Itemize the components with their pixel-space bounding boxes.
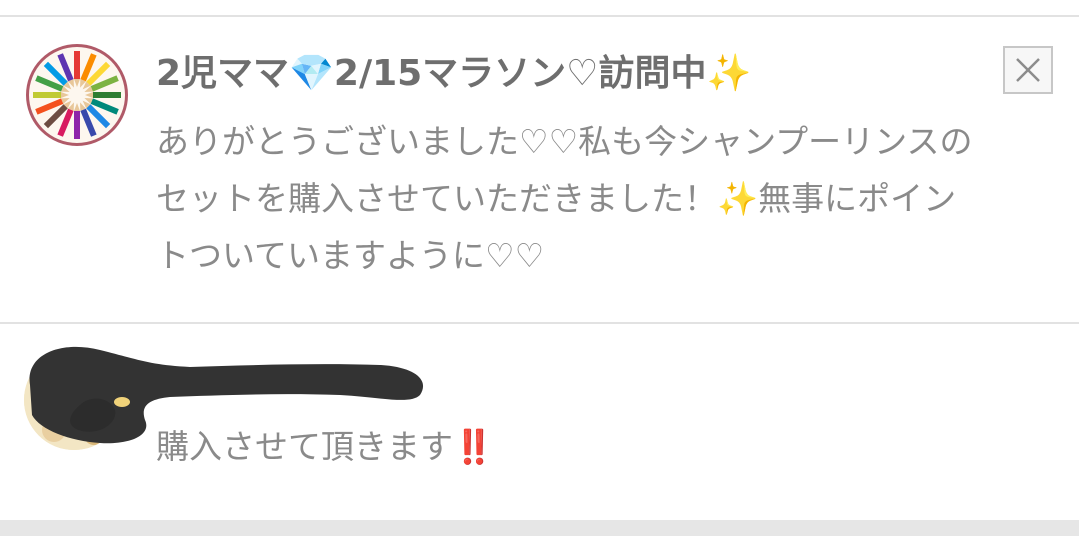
divider-middle	[0, 322, 1079, 324]
comment-body-line-3: トついていますように♡♡	[156, 236, 545, 275]
avatar-center	[70, 88, 84, 102]
comment-body: ありがとうございました♡♡私も今シャンプーリンスの セットを購入させていただきま…	[156, 113, 1066, 284]
double-exclamation-icon: ‼️	[453, 427, 495, 466]
comment-body-text: 購入させて頂きます	[156, 427, 453, 466]
pencil-shape	[74, 103, 80, 139]
comment-author-name[interactable]: 2児ママ💎2/15マラソン♡訪問中✨	[156, 48, 751, 100]
sparkle-emoji-icon: ✨	[706, 53, 752, 94]
comment-list-screen: 2児ママ💎2/15マラソン♡訪問中✨ ありがとうございました♡♡私も今シャンプー…	[0, 0, 1079, 536]
pencil-shape	[33, 92, 69, 98]
colored-pencils-image	[33, 51, 121, 139]
author-name-rest: 2/15マラソン♡訪問中	[333, 53, 707, 94]
avatar-colored-pencils[interactable]	[26, 44, 128, 146]
pencil-shape	[85, 92, 121, 98]
sparkle-emoji-icon: ✨	[717, 179, 759, 218]
comment-body: 購入させて頂きます‼️	[156, 418, 494, 475]
comment-body-line-1: ありがとうございました♡♡私も今シャンプーリンスの	[156, 122, 973, 161]
bottom-separator	[0, 520, 1079, 536]
author-name-text: 2児ママ	[156, 53, 290, 94]
close-x-icon	[1016, 58, 1040, 82]
comment-body-line-2-end: 無事にポイン	[758, 179, 957, 218]
comment-body-line-2-start: セットを購入させていただきました！	[156, 179, 717, 218]
gem-emoji-icon: 💎	[289, 53, 334, 94]
close-button[interactable]	[1003, 46, 1053, 94]
divider-top	[0, 15, 1079, 17]
pencil-shape	[74, 51, 80, 87]
comment-body-line-2: セットを購入させていただきました！✨無事にポイン	[156, 170, 1066, 227]
